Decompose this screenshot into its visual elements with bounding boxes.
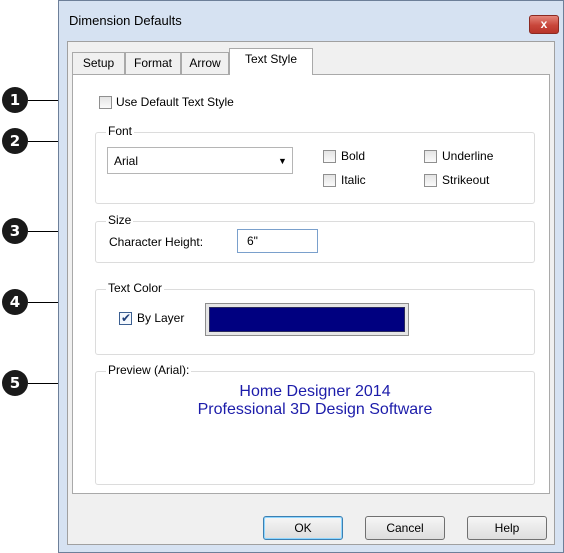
size-group-label: Size (106, 213, 134, 227)
use-default-label[interactable]: Use Default Text Style (116, 95, 234, 109)
callout-4: 4 (2, 289, 28, 315)
chevron-down-icon: ▼ (278, 156, 287, 166)
help-button[interactable]: Help (467, 516, 547, 540)
window-title: Dimension Defaults (69, 13, 182, 28)
dialog-window: Dimension Defaults x Setup Format Arrow … (58, 0, 564, 553)
close-icon: x (540, 17, 548, 31)
dialog-client: Setup Format Arrow Text Style Use Defaul… (67, 41, 555, 545)
char-height-value: 6" (247, 234, 258, 248)
use-default-checkbox[interactable] (99, 96, 112, 109)
underline-checkbox[interactable] (424, 150, 437, 163)
color-swatch-button[interactable] (205, 303, 409, 336)
tab-arrow[interactable]: Arrow (181, 52, 229, 74)
text-style-panel: Use Default Text Style Font Arial ▼ Bold… (72, 74, 550, 494)
italic-label[interactable]: Italic (341, 173, 366, 187)
char-height-label: Character Height: (109, 235, 204, 249)
bold-checkbox[interactable] (323, 150, 336, 163)
font-group-label: Font (106, 124, 135, 138)
by-layer-checkbox[interactable]: ✔ (119, 311, 132, 325)
tab-format[interactable]: Format (125, 52, 181, 74)
text-color-group-label: Text Color (106, 281, 165, 295)
checkmark-icon: ✔ (121, 311, 132, 325)
tab-text-style[interactable]: Text Style (229, 48, 313, 75)
callout-5: 5 (2, 370, 28, 396)
preview-area: Home Designer 2014 Professional 3D Desig… (95, 383, 535, 419)
callout-3: 3 (2, 218, 28, 244)
callout-2: 2 (2, 128, 28, 154)
callout-1: 1 (2, 87, 28, 113)
preview-line-1: Home Designer 2014 (239, 383, 391, 400)
preview-group-label: Preview (Arial): (106, 363, 192, 377)
close-button[interactable]: x (529, 15, 559, 34)
ok-button[interactable]: OK (263, 516, 343, 540)
underline-label[interactable]: Underline (442, 149, 493, 163)
title-bar[interactable]: Dimension Defaults x (59, 1, 563, 41)
char-height-input[interactable]: 6" (237, 229, 318, 253)
by-layer-label[interactable]: By Layer (137, 311, 184, 325)
font-select[interactable]: Arial ▼ (107, 147, 293, 174)
preview-line-2: Professional 3D Design Software (197, 401, 433, 418)
bold-label[interactable]: Bold (341, 149, 365, 163)
font-select-value: Arial (114, 154, 139, 168)
cancel-button[interactable]: Cancel (365, 516, 445, 540)
strikeout-checkbox[interactable] (424, 174, 437, 187)
strikeout-label[interactable]: Strikeout (442, 173, 489, 187)
color-swatch (209, 307, 405, 332)
tab-setup[interactable]: Setup (72, 52, 125, 74)
italic-checkbox[interactable] (323, 174, 336, 187)
